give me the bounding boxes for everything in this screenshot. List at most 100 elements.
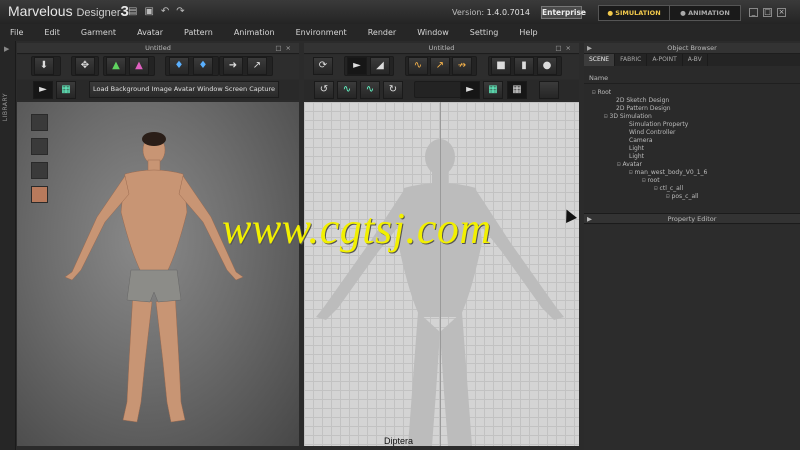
tree-toggle-icon[interactable]: ⊟: [592, 89, 596, 96]
redo-icon[interactable]: ↷: [176, 6, 184, 18]
polygon-icon[interactable]: ■: [491, 57, 511, 75]
tab-fabric[interactable]: FABRIC: [615, 54, 648, 66]
menu-garment[interactable]: Garment: [81, 28, 116, 37]
move-tool-icon[interactable]: ✥: [75, 57, 95, 75]
tree-node-3d-simulation[interactable]: ⊟ 3D Simulation: [604, 113, 652, 121]
view2d-title: Untitled: [428, 44, 455, 52]
rectangle-icon[interactable]: ▮: [514, 57, 534, 75]
menu-render[interactable]: Render: [368, 28, 396, 37]
menu-setting[interactable]: Setting: [470, 28, 499, 37]
pin-tool-icon[interactable]: ♦: [169, 57, 189, 75]
version-value: 1.4.0.7014: [486, 8, 530, 17]
rotate-icon[interactable]: ↺: [314, 81, 334, 99]
tree-node-2d-sketch[interactable]: 2D Sketch Design: [616, 97, 669, 105]
curve-tool-icon[interactable]: ∿: [408, 57, 428, 75]
tree-toggle-icon[interactable]: ⊟: [666, 193, 670, 200]
curve-add-icon[interactable]: ↛: [452, 57, 472, 75]
view2d-viewport[interactable]: Diptera: [304, 102, 579, 446]
measure-tool-2-icon[interactable]: ↗: [247, 57, 267, 75]
view3d-action-text[interactable]: Load Background Image Avatar Window Scre…: [89, 81, 280, 98]
maximize-icon[interactable]: □: [763, 8, 772, 17]
object-browser-title: Object Browser: [667, 44, 717, 52]
edit-pattern-icon[interactable]: ►: [347, 57, 367, 75]
select-mode-icon[interactable]: ►: [33, 81, 53, 99]
menu-edit[interactable]: Edit: [44, 28, 60, 37]
tree-toggle-icon[interactable]: ⊟: [642, 177, 646, 184]
extra-2d-icon[interactable]: [539, 81, 559, 99]
panel-arrow-icon[interactable]: ▶: [587, 43, 592, 53]
garment-tool-2-icon[interactable]: ▲: [129, 57, 149, 75]
tree-node-ctl-c-all[interactable]: ⊟ ctl_c_all: [654, 185, 683, 193]
save-icon[interactable]: ▤: [128, 6, 137, 18]
tree-toggle-icon[interactable]: ⊟: [629, 169, 633, 176]
tree-node-2d-pattern[interactable]: 2D Pattern Design: [616, 105, 671, 113]
avatar-silhouette: [316, 139, 564, 446]
sewing-2-icon[interactable]: ∿: [360, 81, 380, 99]
view3d-viewport[interactable]: [17, 102, 299, 446]
close-icon[interactable]: ×: [777, 8, 786, 17]
tree-label: man_west_body_V0_1_6: [634, 169, 708, 176]
snap-icon[interactable]: ▦: [507, 81, 527, 99]
tree-node-body[interactable]: ⊟ man_west_body_V0_1_6: [629, 169, 707, 177]
tree-node-skeleton-root[interactable]: ⊟ root: [642, 177, 660, 185]
minimize-icon[interactable]: _: [749, 8, 758, 17]
sewing-icon[interactable]: ∿: [337, 81, 357, 99]
quick-toolbar: ▤ ▣ ↶ ↷: [128, 6, 185, 18]
view3d-window-controls[interactable]: □×: [275, 43, 295, 53]
curve-point-icon[interactable]: ↗: [430, 57, 450, 75]
tree-node-light-2[interactable]: Light: [629, 153, 644, 161]
pin-tool-2-icon[interactable]: ♦: [193, 57, 213, 75]
tab-a-bv[interactable]: A-BV: [683, 54, 708, 66]
view2d-header: Untitled □×: [304, 43, 579, 54]
undo-icon[interactable]: ↶: [161, 6, 169, 18]
tab-scene[interactable]: SCENE: [584, 54, 616, 66]
object-browser-tabs: SCENE FABRIC A-POINT A-BV: [584, 54, 800, 66]
tab-a-point[interactable]: A-POINT: [647, 54, 683, 66]
measure-tool-icon[interactable]: ➜: [223, 57, 243, 75]
tree-label: 2D Pattern Design: [616, 105, 671, 112]
edit-point-icon[interactable]: ◢: [370, 57, 390, 75]
menu-help[interactable]: Help: [519, 28, 537, 37]
menu-avatar[interactable]: Avatar: [137, 28, 163, 37]
tree-node-pos-c-all[interactable]: ⊟ pos_c_all: [666, 193, 698, 201]
menu-animation[interactable]: Animation: [234, 28, 275, 37]
expand-arrow-icon[interactable]: ▶: [4, 45, 9, 53]
library-strip[interactable]: ▶ LIBRARY: [0, 41, 16, 450]
view2d-window-controls[interactable]: □×: [555, 43, 575, 53]
property-editor-body: [584, 225, 800, 450]
tree-node-camera[interactable]: Camera: [629, 137, 653, 145]
animation-mode-button[interactable]: ● ANIMATION: [670, 6, 740, 20]
tree-node-root[interactable]: ⊟ Root: [592, 89, 611, 97]
menu-window[interactable]: Window: [417, 28, 449, 37]
garment-tool-icon[interactable]: ▲: [106, 57, 126, 75]
version-info: Version: 1.4.0.7014: [452, 8, 530, 17]
tree-node-sim-property[interactable]: Simulation Property: [629, 121, 688, 129]
tree-node-light[interactable]: Light: [629, 145, 644, 153]
name-column-header[interactable]: Name: [584, 73, 800, 84]
tree-label: Simulation Property: [629, 121, 689, 128]
avatar-figure: [64, 132, 244, 423]
sewing-3-icon[interactable]: ↻: [383, 81, 403, 99]
refresh-icon[interactable]: ⟳: [313, 57, 333, 75]
tree-node-avatar[interactable]: ⊟ Avatar: [617, 161, 642, 169]
app-window: Marvelous Designer3 ▤ ▣ ↶ ↷ Version: 1.4…: [0, 0, 800, 450]
menu-pattern[interactable]: Pattern: [184, 28, 213, 37]
grid-mode-icon[interactable]: ▦: [56, 81, 76, 99]
title-bar: Marvelous Designer3 ▤ ▣ ↶ ↷ Version: 1.4…: [0, 0, 800, 24]
open-folder-icon[interactable]: ▣: [144, 6, 153, 18]
library-label: LIBRARY: [2, 93, 9, 122]
tree-toggle-icon[interactable]: ⊟: [617, 161, 621, 168]
circle-icon[interactable]: ●: [537, 57, 557, 75]
tree-toggle-icon[interactable]: ⊟: [654, 185, 658, 192]
menu-environment[interactable]: Environment: [296, 28, 347, 37]
menu-file[interactable]: File: [10, 28, 23, 37]
import-arrow-icon[interactable]: ⬇: [34, 57, 54, 75]
tree-toggle-icon[interactable]: ⊟: [604, 113, 608, 120]
grid-2d-icon[interactable]: ▦: [483, 81, 503, 99]
tree-node-wind[interactable]: Wind Controller: [629, 129, 676, 137]
tree-label: root: [647, 177, 660, 184]
panel-arrow-icon[interactable]: ▶: [587, 214, 592, 225]
simulation-mode-button[interactable]: ● SIMULATION: [599, 6, 670, 20]
arrange-icon[interactable]: ►: [460, 81, 480, 99]
view3d-toolbar: ⬇ ✥ ▲ ▲ ♦ ♦ ➜ ↗: [17, 55, 299, 79]
